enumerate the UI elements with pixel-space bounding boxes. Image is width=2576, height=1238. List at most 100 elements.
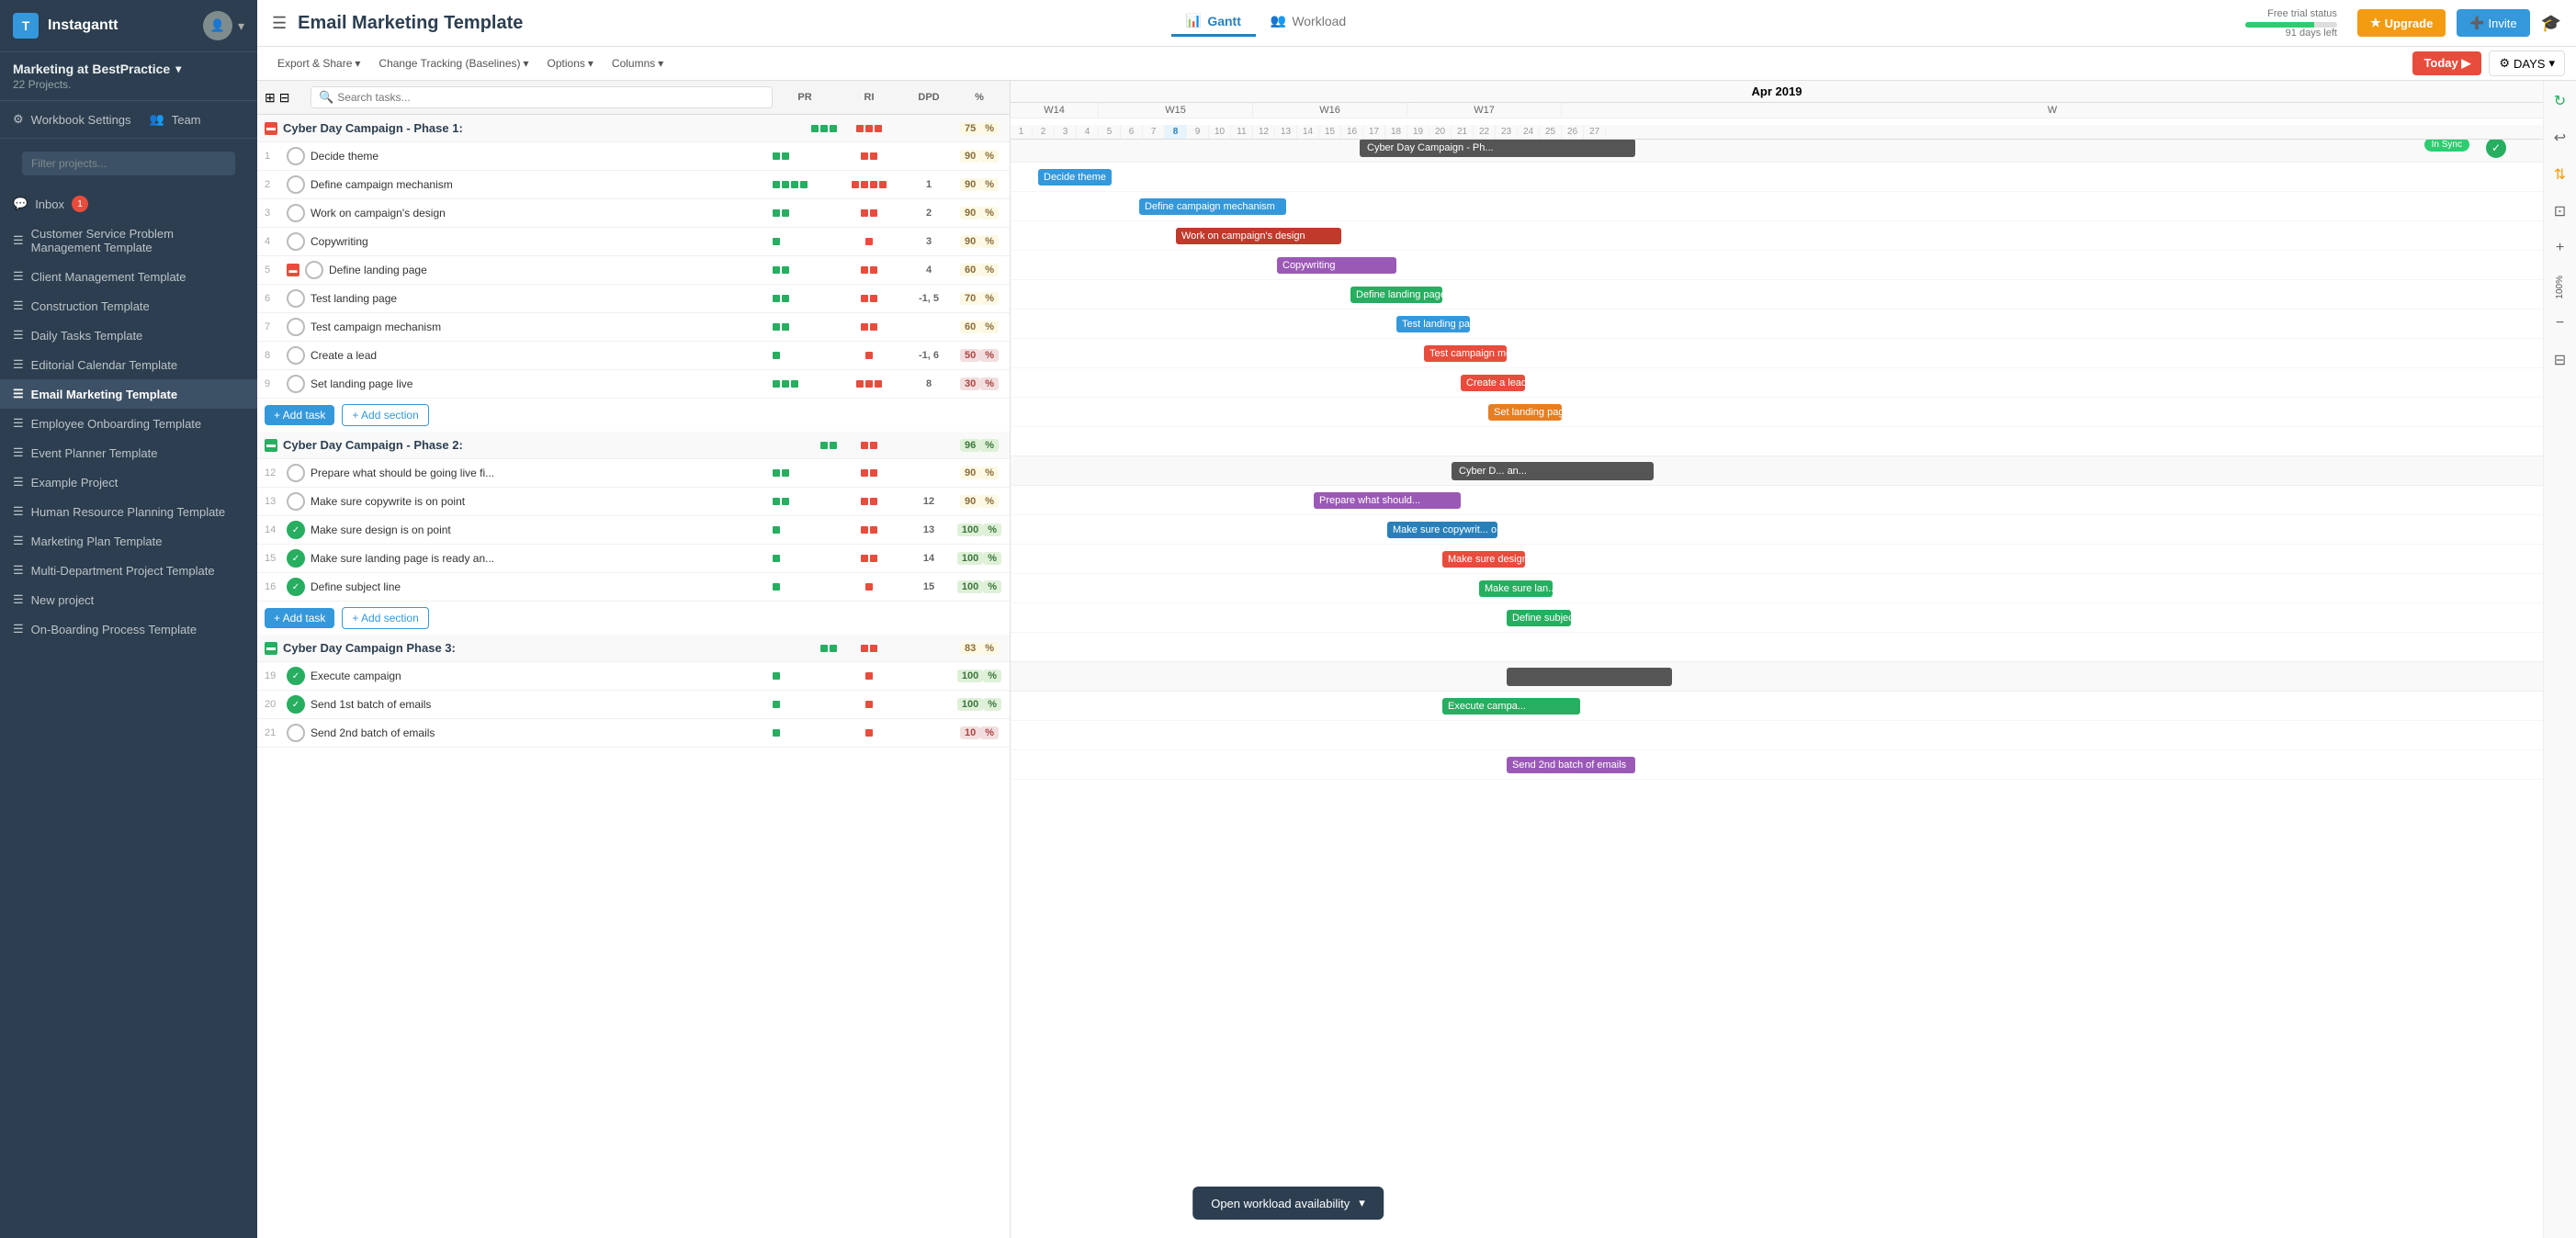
workload-view-icon[interactable]: ⊟ bbox=[2548, 347, 2573, 373]
gantt-bar-copywriting[interactable]: Copywriting bbox=[1277, 257, 1396, 274]
task-checkbox[interactable] bbox=[287, 724, 305, 742]
task-collapse-icon[interactable]: ▬ bbox=[287, 264, 299, 276]
workload-availability-bar[interactable]: Open workload availability ▾ bbox=[1192, 1187, 1384, 1220]
gantt-bar-make-sure-landing[interactable]: Make sure lan... bbox=[1479, 580, 1553, 597]
copy-icon[interactable]: ⊡ bbox=[2548, 198, 2573, 224]
gantt-week-w17: W17 bbox=[1407, 103, 1562, 118]
task-checkbox[interactable] bbox=[287, 521, 305, 539]
sync-icon[interactable]: ↻ bbox=[2548, 88, 2573, 114]
sidebar-item-event-planner[interactable]: ☰ Event Planner Template bbox=[0, 438, 257, 467]
workspace-name[interactable]: Marketing at BestPractice ▾ bbox=[13, 62, 244, 76]
invite-button[interactable]: ➕ Invite bbox=[2457, 9, 2529, 37]
upgrade-button[interactable]: ★ Upgrade bbox=[2357, 9, 2446, 37]
add-icon[interactable]: + bbox=[2548, 235, 2573, 261]
change-tracking-button[interactable]: Change Tracking (Baselines) ▾ bbox=[369, 53, 537, 73]
task-checkbox[interactable] bbox=[287, 204, 305, 222]
task-checkbox[interactable] bbox=[287, 289, 305, 308]
sidebar-item-customer-service[interactable]: ☰ Customer Service Problem Management Te… bbox=[0, 219, 257, 262]
task-num: 3 bbox=[265, 208, 287, 219]
avatar[interactable]: 👤 bbox=[203, 11, 232, 40]
graduation-icon[interactable]: 🎓 bbox=[2541, 14, 2561, 33]
task-pct: 30% bbox=[956, 378, 1002, 389]
sidebar-chevron[interactable]: ▾ bbox=[238, 18, 244, 34]
today-button[interactable]: Today ▶ bbox=[2412, 51, 2481, 75]
task-checkbox[interactable] bbox=[287, 667, 305, 685]
export-share-button[interactable]: Export & Share ▾ bbox=[268, 53, 369, 73]
view-icon[interactable]: ⊟ bbox=[279, 90, 290, 106]
add-task-button-phase2[interactable]: + Add task bbox=[265, 608, 334, 628]
task-checkbox[interactable] bbox=[287, 175, 305, 194]
sidebar-item-email-marketing[interactable]: ☰ Email Marketing Template bbox=[0, 379, 257, 409]
tab-workload[interactable]: 👥 Workload bbox=[1256, 7, 1361, 37]
gantt-bar-test-campaign[interactable]: Test campaign mechanis... bbox=[1424, 345, 1507, 362]
task-checkbox[interactable] bbox=[287, 346, 305, 365]
columns-button[interactable]: Columns ▾ bbox=[603, 53, 672, 73]
sidebar-item-onboarding[interactable]: ☰ On-Boarding Process Template bbox=[0, 614, 257, 644]
task-checkbox[interactable] bbox=[287, 549, 305, 568]
search-input[interactable] bbox=[337, 91, 503, 104]
sidebar-item-example-project[interactable]: ☰ Example Project bbox=[0, 467, 257, 497]
tab-bar: 📊 Gantt 👥 Workload bbox=[1171, 7, 1361, 39]
topbar: ☰ Email Marketing Template 📊 Gantt 👥 Wor… bbox=[257, 0, 2576, 47]
task-checkbox[interactable] bbox=[287, 492, 305, 511]
sidebar-item-hr-planning[interactable]: ☰ Human Resource Planning Template bbox=[0, 497, 257, 526]
gantt-bar-send-2nd-batch[interactable]: Send 2nd batch of emails bbox=[1507, 757, 1635, 773]
minus-icon[interactable]: − bbox=[2548, 310, 2573, 336]
gantt-bar-set-landing-live[interactable]: Set landing page li... bbox=[1488, 404, 1562, 421]
gantt-bar-make-sure-design[interactable]: Make sure design... p... bbox=[1442, 551, 1525, 568]
team-nav[interactable]: 👥 Team bbox=[150, 108, 201, 130]
gantt-section-phase2: Cyber D... an... bbox=[1011, 456, 2543, 486]
inbox-nav[interactable]: 💬 Inbox 1 bbox=[0, 188, 257, 219]
task-checkbox[interactable] bbox=[305, 261, 323, 279]
gantt-week-w15: W15 bbox=[1099, 103, 1253, 118]
gantt-month: Apr 2019 bbox=[1011, 81, 2543, 102]
sidebar-item-editorial[interactable]: ☰ Editorial Calendar Template bbox=[0, 350, 257, 379]
section-collapse-toggle-phase2[interactable]: ▬ bbox=[265, 439, 277, 452]
gantt-bar-define-landing[interactable]: Define landing page bbox=[1350, 287, 1442, 303]
task-pct: 90% bbox=[956, 236, 1002, 247]
add-section-button-phase1[interactable]: + Add section bbox=[342, 404, 428, 426]
person-plus-icon: ➕ bbox=[2469, 16, 2484, 30]
add-task-button-phase1[interactable]: + Add task bbox=[265, 405, 334, 425]
search-box: 🔍 bbox=[311, 86, 773, 108]
sidebar-item-construction[interactable]: ☰ Construction Template bbox=[0, 291, 257, 321]
gantt-bar-create-lead[interactable]: Create a lead bbox=[1461, 375, 1525, 391]
task-checkbox[interactable] bbox=[287, 318, 305, 336]
pct-label: 100% bbox=[2555, 276, 2565, 299]
filter-input[interactable] bbox=[22, 152, 235, 175]
task-checkbox[interactable] bbox=[287, 232, 305, 251]
gantt-bar-define-mechanism[interactable]: Define campaign mechanism bbox=[1139, 198, 1286, 215]
tab-gantt[interactable]: 📊 Gantt bbox=[1171, 7, 1256, 37]
workbook-settings-nav[interactable]: ⚙ Workbook Settings bbox=[13, 108, 131, 130]
gantt-bar-prepare-what[interactable]: Prepare what should... bbox=[1314, 492, 1461, 509]
menu-icon[interactable]: ☰ bbox=[272, 14, 287, 33]
task-checkbox[interactable] bbox=[287, 464, 305, 482]
sidebar-item-daily-tasks[interactable]: ☰ Daily Tasks Template bbox=[0, 321, 257, 350]
sidebar-item-multi-dept[interactable]: ☰ Multi-Department Project Template bbox=[0, 556, 257, 585]
gantt-bar-test-landing[interactable]: Test landing page bbox=[1396, 316, 1470, 332]
sidebar-item-employee-onboarding[interactable]: ☰ Employee Onboarding Template bbox=[0, 409, 257, 438]
sidebar-item-marketing-plan[interactable]: ☰ Marketing Plan Template bbox=[0, 526, 257, 556]
gantt-bar-execute-campaign[interactable]: Execute campa... bbox=[1442, 698, 1580, 715]
task-checkbox[interactable] bbox=[287, 578, 305, 596]
sidebar-item-client-management[interactable]: ☰ Client Management Template bbox=[0, 262, 257, 291]
options-button[interactable]: Options ▾ bbox=[538, 53, 603, 73]
task-checkbox[interactable] bbox=[287, 147, 305, 165]
task-name: Work on campaign's design bbox=[311, 207, 773, 219]
gantt-bar-define-subject[interactable]: Define subject bbox=[1507, 610, 1571, 626]
task-name: Test landing page bbox=[311, 292, 773, 305]
section-collapse-toggle-phase3[interactable]: ▬ bbox=[265, 642, 277, 655]
gantt-section-bar-phase3 bbox=[1507, 668, 1672, 686]
add-col-icon[interactable]: ⊞ bbox=[265, 90, 276, 106]
task-checkbox[interactable] bbox=[287, 695, 305, 714]
add-section-button-phase2[interactable]: + Add section bbox=[342, 607, 428, 629]
days-selector[interactable]: ⚙ DAYS ▾ bbox=[2489, 51, 2565, 76]
gantt-bar-make-sure-copywrite[interactable]: Make sure copywrit... o... bbox=[1387, 522, 1497, 538]
gantt-bar-campaign-design[interactable]: Work on campaign's design bbox=[1176, 228, 1341, 244]
task-checkbox[interactable] bbox=[287, 375, 305, 393]
undo-icon[interactable]: ↩ bbox=[2548, 125, 2573, 151]
sidebar-item-new-project[interactable]: ☰ New project bbox=[0, 585, 257, 614]
gantt-bar-decide-theme[interactable]: Decide theme bbox=[1038, 169, 1112, 186]
sort-icon[interactable]: ⇅ bbox=[2548, 162, 2573, 187]
section-collapse-toggle-phase1[interactable]: ▬ bbox=[265, 122, 277, 135]
